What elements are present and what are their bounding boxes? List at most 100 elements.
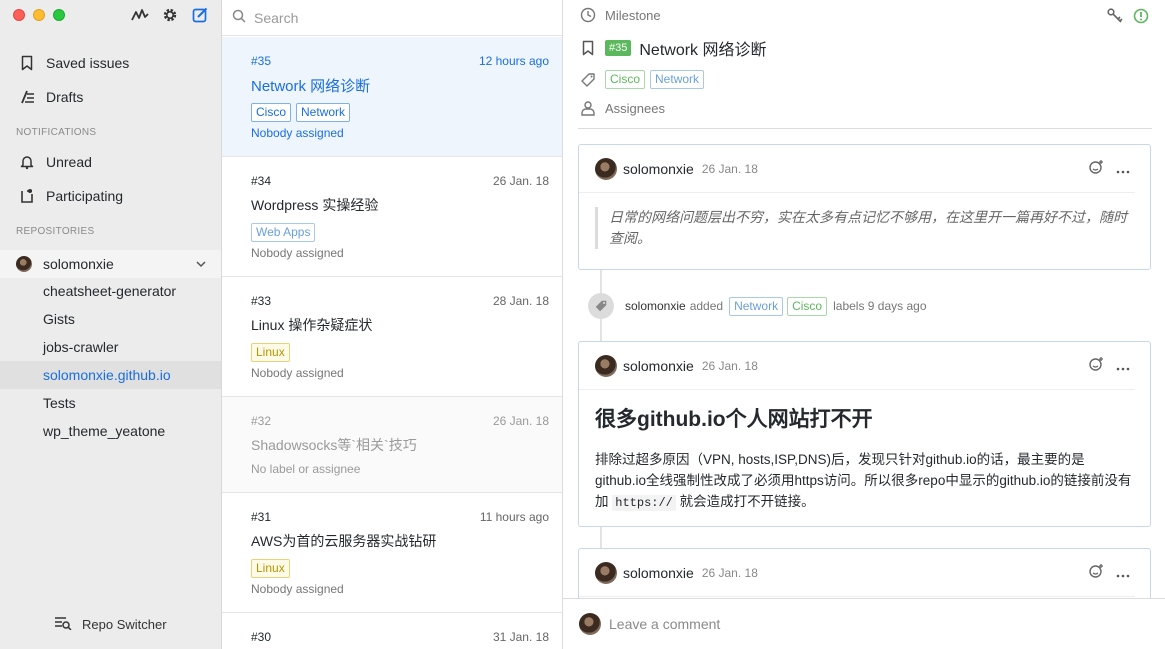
sidebar-item-label: Participating (46, 188, 124, 204)
issue-assignee: Nobody assigned (251, 246, 344, 260)
comment-header: solomonxie 26 Jan. 18 (579, 145, 1135, 193)
search-bar (222, 0, 562, 36)
comment-date: 26 Jan. 18 (701, 161, 758, 176)
comment-header: solomonxie 26 Jan. 18 (579, 342, 1135, 390)
assignees-row[interactable]: Assignees (579, 99, 665, 117)
zoom-window-button[interactable] (53, 9, 65, 21)
issue-number: #30 (251, 630, 272, 644)
issue-row-33[interactable]: #33 28 Jan. 18 Linux 操作杂疑症状 Linux Nobody… (222, 277, 562, 397)
issue-row-35[interactable]: #35 12 hours ago Network 网络诊断 Cisco Netw… (222, 37, 562, 157)
activity-icon[interactable] (130, 5, 150, 25)
issue-assignee: No label or assignee (251, 462, 361, 476)
bookmark-icon (18, 54, 36, 72)
comment-date: 26 Jan. 18 (701, 358, 758, 373)
issue-number: #31 (251, 510, 272, 524)
link-icon[interactable] (1107, 8, 1123, 27)
sidebar-item-participating[interactable]: Participating (0, 181, 221, 211)
search-input[interactable] (254, 9, 534, 26)
minimize-window-button[interactable] (33, 9, 45, 21)
repo-owner-row[interactable]: solomonxie (0, 250, 221, 278)
issue-title: AWS为首的云服务器实战钻研 (251, 533, 437, 549)
issue-row-34[interactable]: #34 26 Jan. 18 Wordpress 实操经验 Web Apps N… (222, 157, 562, 277)
participating-icon (18, 187, 36, 205)
sidebar-item-unread[interactable]: Unread (0, 147, 221, 177)
repo-owner-name: solomonxie (43, 256, 114, 272)
repo-switcher-button[interactable]: Repo Switcher (54, 616, 167, 633)
issue-title: Wordpress 实操经验 (251, 197, 379, 213)
issue-open-icon[interactable] (1133, 8, 1149, 27)
issue-assignee: Nobody assigned (251, 126, 344, 140)
issue-row-31[interactable]: #31 11 hours ago AWS为首的云服务器实战钻研 Linux No… (222, 493, 562, 613)
issue-number-badge: #35 (605, 40, 632, 56)
repo-switcher-label: Repo Switcher (82, 617, 167, 632)
chevron-down-icon[interactable] (195, 257, 207, 273)
inline-code: https:// (612, 495, 676, 511)
more-options-icon[interactable] (1116, 565, 1130, 581)
issue-number: #32 (251, 414, 272, 428)
event-action: added (689, 299, 724, 313)
milestone-label: Milestone (605, 7, 661, 23)
avatar (579, 613, 601, 635)
label-network: Network (729, 296, 784, 316)
tag-icon (588, 293, 614, 319)
more-options-icon[interactable] (1116, 161, 1130, 177)
repo-item-gists[interactable]: Gists (0, 305, 221, 333)
issue-date: 12 hours ago (478, 54, 549, 68)
repo-item-tests[interactable]: Tests (0, 389, 221, 417)
repo-item-solomonxie-github-io[interactable]: solomonxie.github.io (0, 361, 221, 389)
event-author: solomonxie (625, 299, 686, 313)
bell-icon (18, 153, 36, 171)
detail-corner-icons (1107, 8, 1149, 27)
close-window-button[interactable] (13, 9, 25, 21)
reaction-icon[interactable] (1088, 159, 1104, 178)
comment-heading: 很多github.io个人网站打不开 (595, 408, 873, 431)
issue-date: 26 Jan. 18 (492, 414, 549, 428)
issue-title: Linux 操作杂疑症状 (251, 317, 373, 333)
repo-switcher-icon (54, 616, 72, 633)
label-event: solomonxie added Network Cisco labels 9 … (588, 293, 927, 319)
title-row: #35 Network 网络诊断 (579, 36, 767, 60)
reaction-icon[interactable] (1088, 356, 1104, 375)
repo-item-wp-theme-yeatone[interactable]: wp_theme_yeatone (0, 417, 221, 445)
label-network: Network (650, 70, 705, 89)
sidebar-item-drafts[interactable]: Drafts (0, 82, 221, 112)
sidebar-item-label: Unread (46, 154, 92, 170)
bookmark-icon[interactable] (579, 39, 597, 57)
labels-row[interactable]: Cisco Network (579, 70, 705, 89)
gear-icon[interactable] (160, 5, 180, 25)
milestone-row[interactable]: Milestone (579, 6, 661, 24)
repo-item-cheatsheet-generator[interactable]: cheatsheet-generator (0, 277, 221, 305)
compose-icon[interactable] (190, 5, 210, 25)
clock-icon (579, 6, 597, 24)
sidebar-item-saved-issues[interactable]: Saved issues (0, 48, 221, 78)
repo-item-jobs-crawler[interactable]: jobs-crawler (0, 333, 221, 361)
comment-date: 26 Jan. 18 (701, 565, 758, 580)
issue-detail: Milestone #35 Network 网络诊断 Cisco Network… (563, 0, 1165, 649)
label-linux: Linux (251, 559, 290, 578)
issue-row-32[interactable]: #32 26 Jan. 18 Shadowsocks等`相关`技巧 No lab… (222, 397, 562, 493)
reaction-icon[interactable] (1088, 563, 1104, 582)
titlebar (0, 0, 221, 30)
issue-row-30[interactable]: #30 31 Jan. 18 (222, 613, 562, 649)
sidebar-item-label: Saved issues (46, 55, 130, 71)
comment-body: 排除过超多原因（VPN, hosts,ISP,DNS)后，发现只针对github… (595, 449, 1134, 514)
issue-number: #35 (251, 54, 272, 68)
label-linux: Linux (251, 343, 290, 362)
comment-input[interactable] (609, 616, 1129, 632)
more-options-icon[interactable] (1116, 358, 1130, 374)
issue-date: 26 Jan. 18 (492, 174, 549, 188)
label-cisco: Cisco (787, 296, 828, 316)
avatar (595, 354, 617, 377)
assignees-label: Assignees (605, 100, 665, 116)
repositories-header: REPOSITORIES (16, 226, 95, 237)
issue-title: Network 网络诊断 (639, 42, 767, 59)
comment-blockquote: 日常的网络问题层出不穷，实在太多有点记忆不够用，在这里开一篇再好不过，随时查阅。 (595, 207, 1134, 249)
issue-list: #35 12 hours ago Network 网络诊断 Cisco Netw… (222, 0, 563, 649)
label-web-apps: Web Apps (251, 223, 316, 242)
issue-title: Network 网络诊断 (251, 78, 371, 95)
comment-composer (563, 598, 1165, 649)
notifications-header: NOTIFICATIONS (16, 127, 97, 138)
label-cisco: Cisco (605, 70, 646, 89)
comment-card: solomonxie 26 Jan. 18 很多github.io个人网站打不开… (578, 341, 1151, 527)
avatar (595, 157, 617, 180)
